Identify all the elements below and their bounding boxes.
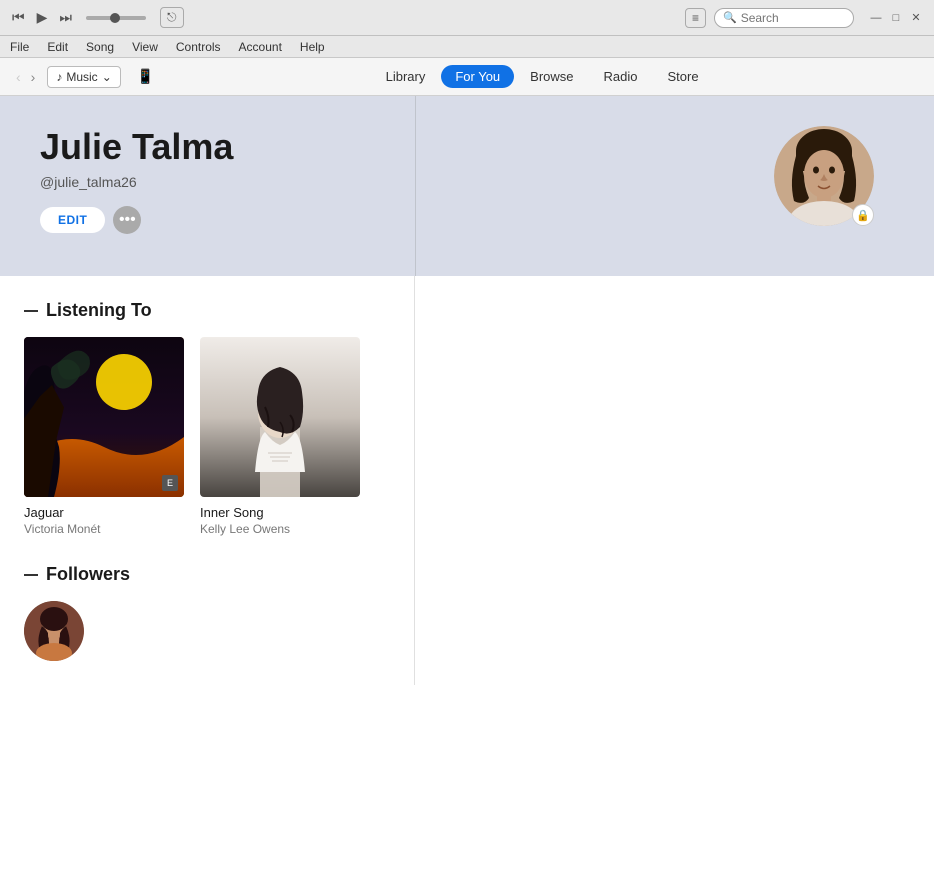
close-button[interactable]: ✕ — [908, 10, 924, 26]
jaguar-svg — [24, 337, 184, 497]
profile-name: Julie Talma — [40, 126, 894, 168]
content-area: Julie Talma @julie_talma26 EDIT ••• — [0, 96, 934, 880]
menu-song[interactable]: Song — [84, 40, 116, 54]
minimize-button[interactable]: — — [868, 10, 884, 26]
menu-edit[interactable]: Edit — [45, 40, 70, 54]
album-artist-jaguar: Victoria Monét — [24, 522, 184, 536]
search-box: 🔍 — [714, 8, 854, 28]
lock-badge: 🔒 — [852, 204, 874, 226]
followers-section: Followers — [24, 564, 390, 661]
follower-avatar-1[interactable] — [24, 601, 84, 661]
menu-controls[interactable]: Controls — [174, 40, 223, 54]
transport-controls: ⏮ ▶ ⏭ — [8, 7, 76, 28]
explicit-badge: E — [162, 475, 178, 491]
album-cover-jaguar: E — [24, 337, 184, 497]
tab-radio[interactable]: Radio — [590, 65, 652, 88]
tab-browse[interactable]: Browse — [516, 65, 587, 88]
album-cover-inner-song — [200, 337, 360, 497]
tab-library[interactable]: Library — [372, 65, 440, 88]
fastforward-button[interactable]: ⏭ — [55, 7, 76, 28]
window-controls: — □ ✕ — [868, 10, 924, 26]
toolbar: ‹ › ♪ Music ⌄ 📱 Library For You Browse R… — [0, 58, 934, 96]
content-body: Listening To — [0, 276, 934, 685]
volume-slider[interactable] — [86, 16, 146, 20]
search-input[interactable] — [741, 11, 845, 25]
followers-title: Followers — [24, 564, 390, 585]
search-icon: 🔍 — [723, 11, 737, 24]
edit-button[interactable]: EDIT — [40, 207, 105, 233]
nav-tabs: Library For You Browse Radio Store — [372, 65, 713, 88]
more-dots-icon: ••• — [119, 211, 136, 229]
tab-for-you[interactable]: For You — [441, 65, 514, 88]
album-title-inner-song: Inner Song — [200, 505, 360, 520]
listening-to-section: Listening To — [24, 300, 390, 536]
listening-to-title: Listening To — [24, 300, 390, 321]
source-label: Music — [66, 70, 97, 84]
content-left: Listening To — [0, 276, 415, 685]
profile-header: Julie Talma @julie_talma26 EDIT ••• — [0, 96, 934, 276]
lock-icon: 🔒 — [856, 209, 870, 222]
nav-arrows: ‹ › — [12, 67, 39, 87]
source-chevron-icon: ⌄ — [102, 70, 112, 84]
more-options-button[interactable]: ••• — [113, 206, 141, 234]
inner-song-svg — [200, 337, 360, 497]
follower-list — [24, 601, 390, 661]
jaguar-artwork — [24, 337, 184, 497]
airplay-button[interactable]: ⎋ — [160, 7, 184, 28]
avatar-container: 🔒 — [774, 126, 874, 226]
menu-bar: File Edit Song View Controls Account Hel… — [0, 36, 934, 58]
albums-grid: E Jaguar Victoria Monét — [24, 337, 390, 536]
content-right — [415, 276, 934, 685]
forward-button[interactable]: › — [27, 67, 40, 87]
menu-view[interactable]: View — [130, 40, 160, 54]
follower-avatar-svg — [24, 601, 84, 661]
maximize-button[interactable]: □ — [888, 10, 904, 26]
profile-actions: EDIT ••• — [40, 206, 894, 234]
album-card-inner-song[interactable]: Inner Song Kelly Lee Owens — [200, 337, 360, 536]
volume-thumb — [110, 13, 120, 23]
title-bar: ⏮ ▶ ⏭ ⎋ ≡ 🔍 — □ ✕ — [0, 0, 934, 36]
rewind-button[interactable]: ⏮ — [8, 7, 29, 28]
main-area: Julie Talma @julie_talma26 EDIT ••• — [0, 96, 934, 880]
menu-help[interactable]: Help — [298, 40, 327, 54]
menu-file[interactable]: File — [8, 40, 31, 54]
album-title-jaguar: Jaguar — [24, 505, 184, 520]
back-button[interactable]: ‹ — [12, 67, 25, 87]
play-button[interactable]: ▶ — [33, 7, 52, 28]
album-artist-inner-song: Kelly Lee Owens — [200, 522, 360, 536]
list-view-button[interactable]: ≡ — [685, 8, 706, 28]
menu-account[interactable]: Account — [237, 40, 284, 54]
profile-handle: @julie_talma26 — [40, 174, 894, 190]
device-icon: 📱 — [137, 68, 154, 85]
profile-divider — [415, 96, 416, 276]
tab-store[interactable]: Store — [654, 65, 713, 88]
music-note-icon: ♪ — [56, 70, 62, 84]
source-selector[interactable]: ♪ Music ⌄ — [47, 66, 120, 88]
album-card-jaguar[interactable]: E Jaguar Victoria Monét — [24, 337, 184, 536]
